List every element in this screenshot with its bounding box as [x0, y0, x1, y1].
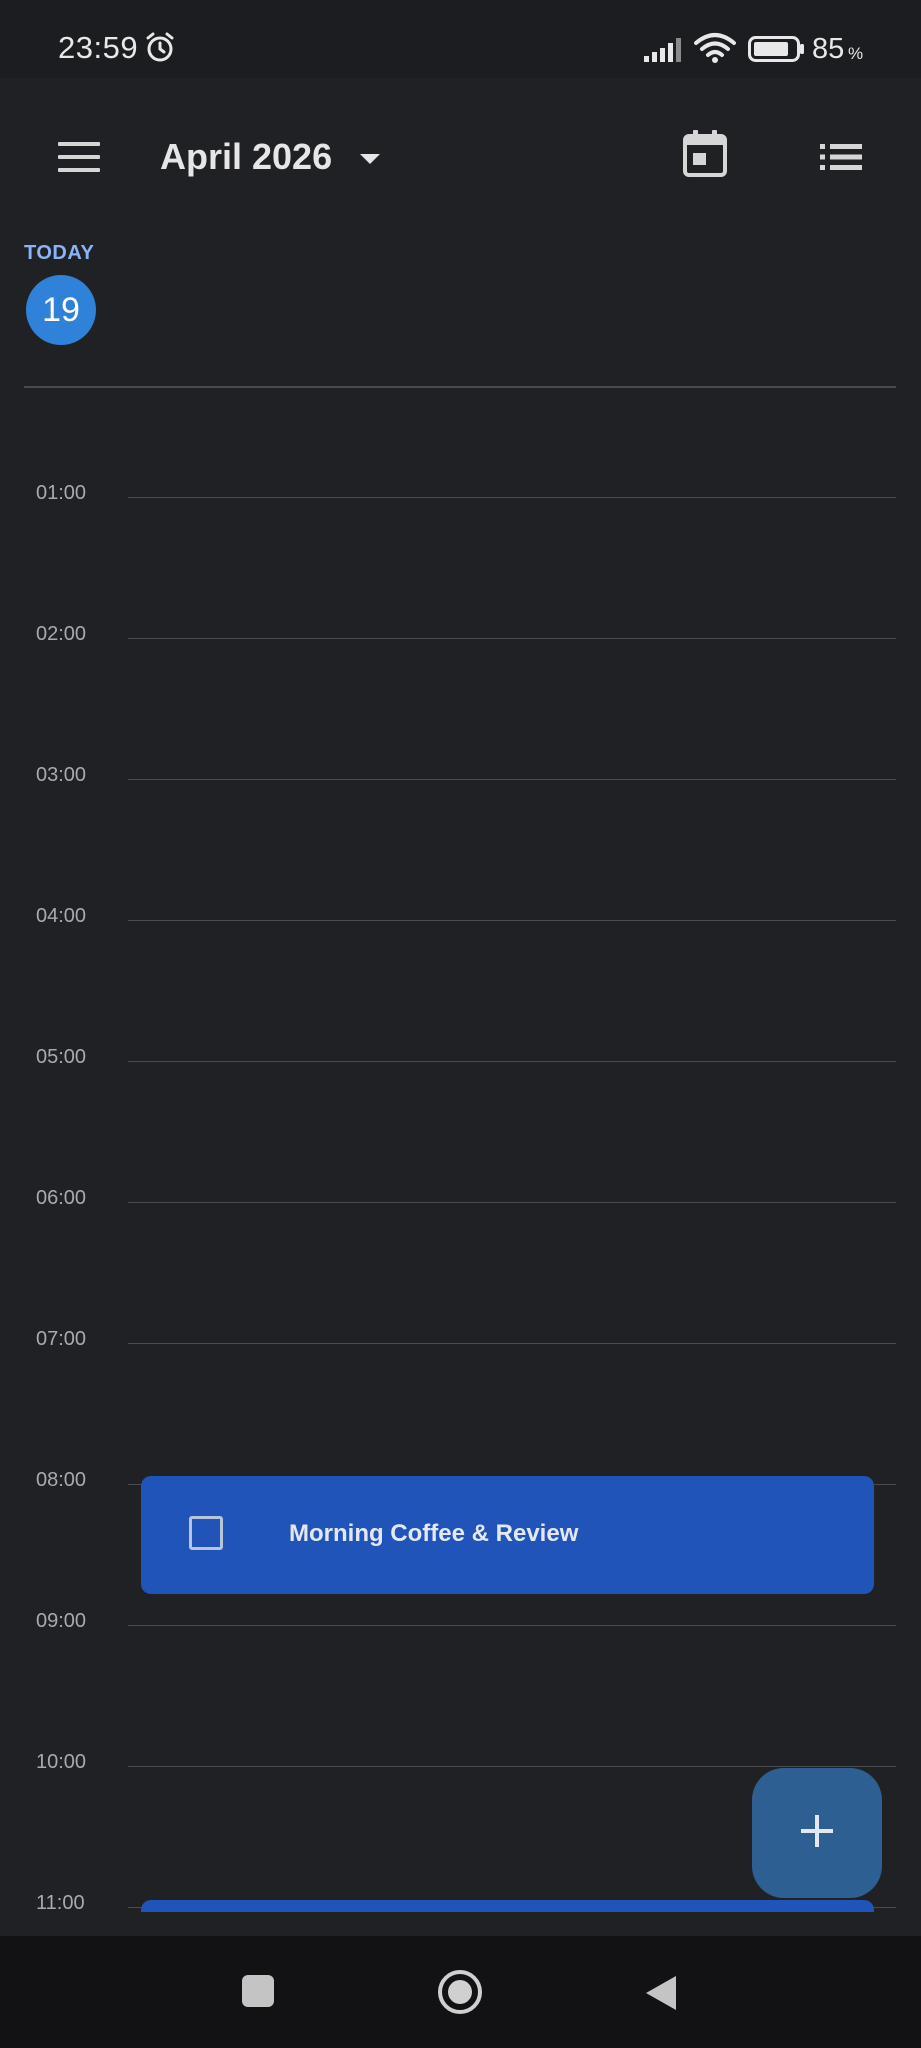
system-nav-bar [0, 1936, 921, 2048]
battery-percent-sign: % [848, 44, 864, 63]
hour-label: 03:00 [36, 764, 87, 786]
battery-percent: 85 [812, 33, 845, 65]
menu-icon[interactable] [56, 140, 102, 179]
hour-line [128, 1202, 896, 1203]
hour-line [128, 1061, 896, 1062]
hour-label: 08:00 [36, 1469, 87, 1491]
hour-line [128, 920, 896, 921]
hour-line [128, 497, 896, 498]
event-checkbox[interactable] [189, 1516, 223, 1550]
recents-icon[interactable] [241, 1974, 275, 2013]
event-title: Morning Coffee & Review [289, 1520, 579, 1547]
wifi-icon [694, 32, 736, 69]
add-event-button[interactable] [752, 1768, 882, 1898]
hour-line [128, 1343, 896, 1344]
alarm-icon [144, 31, 176, 68]
battery-icon [748, 36, 806, 67]
today-label: TODAY [24, 242, 95, 264]
hour-label: 01:00 [36, 482, 87, 504]
app-bar: April 2026 [0, 78, 921, 236]
signal-icon [644, 36, 686, 67]
hour-label: 05:00 [36, 1046, 87, 1068]
home-icon[interactable] [436, 1968, 484, 2021]
calendar-view-icon[interactable] [682, 128, 728, 183]
list-view-icon[interactable] [818, 142, 864, 177]
back-icon[interactable] [644, 1974, 678, 2017]
hour-label: 04:00 [36, 905, 87, 927]
dropdown-icon[interactable] [358, 152, 382, 171]
hour-line [128, 1766, 896, 1767]
status-time: 23:59 [58, 30, 139, 65]
hour-line [128, 779, 896, 780]
month-title[interactable]: April 2026 [160, 136, 332, 178]
hour-line [128, 638, 896, 639]
today-date-badge[interactable]: 19 [26, 275, 96, 345]
hour-label: 06:00 [36, 1187, 87, 1209]
calendar-screen: 23:59 85 % April 2026 TODAY 19 11:00 10:… [0, 0, 921, 2048]
event-card[interactable] [141, 1900, 874, 1912]
add-icon [799, 1813, 835, 1854]
hour-label: 10:00 [36, 1751, 87, 1773]
status-bar: 23:59 85 % [0, 0, 921, 78]
hour-label: 02:00 [36, 623, 87, 645]
hour-label: 11:00 [36, 1892, 85, 1912]
day-timeline[interactable]: 11:00 10:00 09:00 08:00 07:00 06:00 05:00 04:00… [0, 388, 921, 1912]
hour-line [128, 1625, 896, 1626]
hour-label: 09:00 [36, 1610, 87, 1632]
hour-label: 07:00 [36, 1328, 87, 1350]
today-date-number: 19 [42, 290, 80, 329]
event-card[interactable]: Morning Coffee & Review [141, 1476, 874, 1594]
